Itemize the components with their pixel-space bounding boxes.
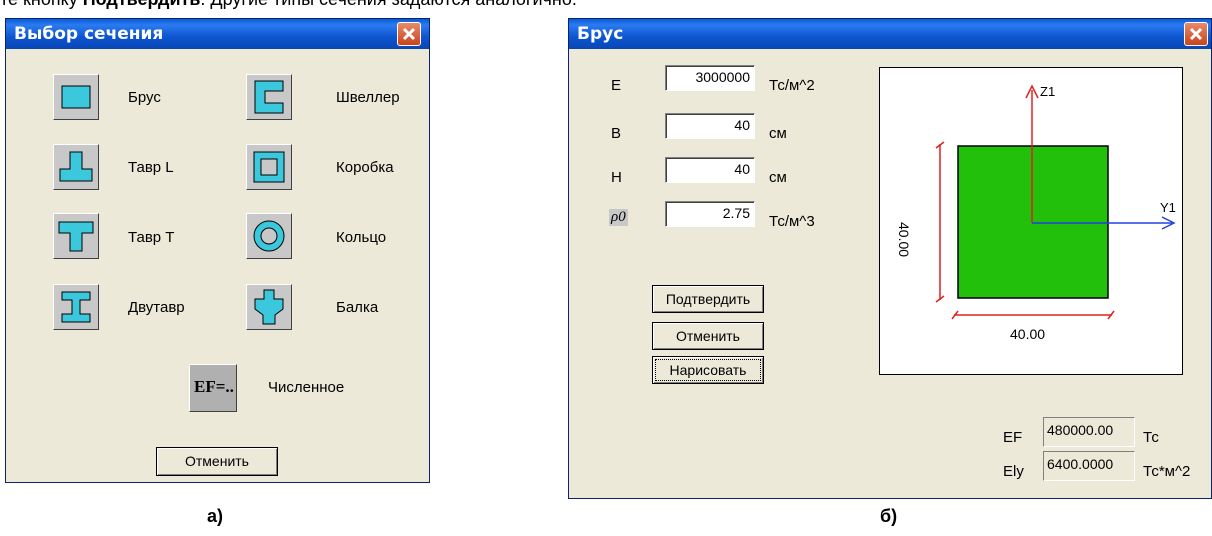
item-label-rect: Брус bbox=[128, 89, 161, 106]
instruction-text: те кнопку Подтвердить. Другие типы сечен… bbox=[0, 0, 577, 10]
cancel-button[interactable]: Отменить bbox=[156, 447, 278, 476]
y-axis-label: Y1 bbox=[1160, 200, 1176, 215]
ring-section-icon bbox=[253, 220, 285, 252]
numeric-section-button[interactable]: EF=.. bbox=[189, 364, 237, 412]
close-icon bbox=[402, 27, 416, 41]
param-name-density: ρ0 bbox=[609, 209, 628, 226]
param-unit-density: Тс/м^3 bbox=[769, 213, 815, 230]
tee-t-section-button[interactable] bbox=[53, 213, 99, 259]
box-section-icon bbox=[253, 151, 285, 183]
dialog-title: Брус bbox=[577, 24, 624, 44]
density-field[interactable]: 2.75 bbox=[665, 201, 755, 227]
item-label-beam: Балка bbox=[336, 299, 379, 316]
beam-dialog: Брус E 3000000 Тс/м^2 B 40 см H 40 см ρ0… bbox=[568, 18, 1212, 499]
close-button[interactable] bbox=[397, 22, 421, 46]
ef-icon: EF=.. bbox=[194, 377, 234, 396]
e-field[interactable]: 3000000 bbox=[665, 65, 755, 91]
width-dim-label: 40.00 bbox=[1010, 326, 1046, 342]
tee-l-section-icon bbox=[59, 151, 93, 182]
param-name-e: E bbox=[611, 77, 622, 94]
param-unit-b: см bbox=[769, 125, 787, 142]
item-label-ring: Кольцо bbox=[336, 229, 387, 246]
result-name-ef: EF bbox=[1003, 429, 1023, 446]
z-axis-label: Z1 bbox=[1040, 84, 1056, 99]
section-preview: Z1 Y1 40.00 40.00 bbox=[879, 67, 1183, 375]
dialog-title: Выбор сечения bbox=[14, 24, 164, 44]
close-icon bbox=[1189, 27, 1203, 41]
result-name-ely: Ely bbox=[1003, 463, 1024, 480]
i-beam-section-icon bbox=[61, 291, 91, 323]
channel-section-icon bbox=[254, 80, 284, 114]
i-beam-section-button[interactable] bbox=[53, 284, 99, 330]
ring-section-button[interactable] bbox=[246, 213, 292, 259]
height-dim-label: 40.00 bbox=[896, 222, 912, 258]
rect-section-icon bbox=[61, 85, 91, 109]
item-label-i-beam: Двутавр bbox=[128, 299, 185, 316]
h-field[interactable]: 40 bbox=[665, 157, 755, 183]
draw-button[interactable]: Нарисовать bbox=[652, 356, 764, 384]
rect-section-button[interactable] bbox=[53, 74, 99, 120]
caption-a: а) bbox=[207, 506, 224, 526]
caption-b: б) bbox=[880, 506, 898, 526]
confirm-button[interactable]: Подтвердить bbox=[652, 285, 764, 313]
title-bar: Выбор сечения bbox=[6, 19, 429, 49]
section-selection-dialog: Выбор сечения Брус Швеллер Тавр L Коробк… bbox=[5, 18, 430, 483]
close-button[interactable] bbox=[1184, 22, 1208, 46]
cancel-button[interactable]: Отменить bbox=[652, 322, 764, 350]
title-bar: Брус bbox=[569, 19, 1211, 49]
tee-t-section-icon bbox=[58, 221, 94, 252]
result-unit-ely: Тс*м^2 bbox=[1143, 463, 1191, 480]
beam-section-button[interactable] bbox=[246, 284, 292, 330]
param-name-b: B bbox=[611, 125, 622, 142]
ef-output: 480000.00 bbox=[1043, 417, 1135, 447]
item-label-tee-t: Тавр Т bbox=[128, 229, 175, 246]
b-field[interactable]: 40 bbox=[665, 113, 755, 139]
item-label-channel: Швеллер bbox=[336, 89, 400, 106]
result-unit-ef: Тс bbox=[1143, 429, 1159, 446]
section-rect bbox=[957, 145, 1109, 299]
item-label-tee-l: Тавр L bbox=[128, 159, 174, 176]
channel-section-button[interactable] bbox=[246, 74, 292, 120]
beam-section-icon bbox=[254, 289, 284, 325]
tee-l-section-button[interactable] bbox=[53, 144, 99, 190]
param-unit-h: см bbox=[769, 169, 787, 186]
item-label-numeric: Численное bbox=[268, 379, 345, 396]
ely-output: 6400.0000 bbox=[1043, 451, 1135, 481]
box-section-button[interactable] bbox=[246, 144, 292, 190]
item-label-box: Коробка bbox=[336, 159, 394, 176]
param-unit-e: Тс/м^2 bbox=[769, 77, 815, 94]
param-name-h: H bbox=[611, 169, 622, 186]
